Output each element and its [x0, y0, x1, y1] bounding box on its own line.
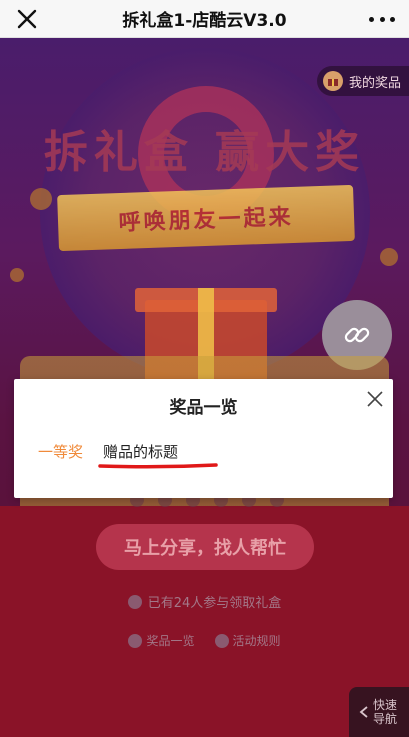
chevron-left-icon	[359, 706, 368, 718]
prize-list-modal: 奖品一览 一等奖 赠品的标题	[14, 379, 393, 498]
slogan-text: 呼唤朋友一起来	[118, 204, 294, 237]
footer-links: 奖品一览 活动规则	[0, 632, 409, 649]
decorative-coin	[10, 268, 24, 282]
close-icon[interactable]	[363, 387, 387, 411]
decorative-coin	[380, 248, 398, 266]
decorative-coin	[30, 188, 52, 210]
slogan-ribbon: 呼唤朋友一起来	[57, 184, 355, 252]
more-menu-icon[interactable]	[369, 10, 395, 28]
modal-title: 奖品一览	[169, 398, 238, 418]
share-find-help-button[interactable]: 马上分享，找人帮忙	[96, 524, 314, 570]
claimed-count-line: 已有24人参与领取礼盒	[0, 592, 409, 611]
rules-link[interactable]: 活动规则	[214, 632, 281, 649]
my-prizes-label: 我的奖品	[348, 75, 401, 91]
claimed-text: 已有24人参与领取礼盒	[147, 596, 282, 611]
user-icon	[127, 594, 142, 609]
red-annotation-underline	[98, 463, 218, 469]
quick-nav-label: 快速导航	[373, 698, 398, 726]
page-title: 拆礼盒1-店酷云V3.0	[122, 11, 287, 31]
prize-level: 一等奖	[38, 443, 84, 461]
top-nav-bar: 拆礼盒1-店酷云V3.0	[0, 0, 409, 38]
my-prizes-button[interactable]: 我的奖品	[316, 66, 409, 96]
link-icon	[344, 327, 370, 343]
quick-nav-button[interactable]: 快速导航	[349, 687, 409, 737]
close-icon[interactable]	[14, 6, 40, 32]
hero-title: 拆礼盒 赢大奖	[43, 127, 366, 178]
info-icon	[214, 633, 229, 648]
list-icon	[128, 633, 143, 648]
prize-list-link[interactable]: 奖品一览	[128, 632, 195, 649]
gift-icon	[322, 71, 343, 91]
prize-name: 赠品的标题	[103, 443, 179, 461]
prize-item: 一等奖 赠品的标题	[38, 441, 178, 462]
